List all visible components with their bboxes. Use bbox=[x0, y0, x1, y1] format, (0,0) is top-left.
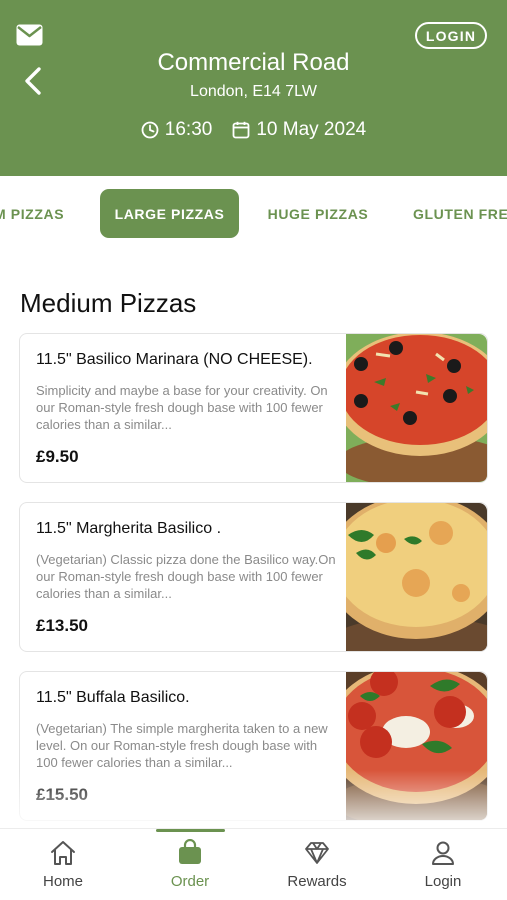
product-description: Simplicity and maybe a base for your cre… bbox=[36, 383, 328, 432]
login-button[interactable]: LOGIN bbox=[415, 22, 487, 49]
section-title: Medium Pizzas bbox=[20, 288, 197, 318]
clock-icon bbox=[141, 121, 159, 139]
product-price: £9.50 bbox=[36, 447, 79, 466]
nav-rewards[interactable]: Rewards bbox=[254, 829, 380, 900]
user-icon bbox=[432, 841, 454, 865]
diamond-icon bbox=[305, 842, 329, 864]
tab-medium-pizzas[interactable]: M PIZZAS bbox=[0, 189, 80, 238]
product-card[interactable]: 11.5" Margherita Basilico . (Vegetarian)… bbox=[19, 502, 488, 652]
nav-rewards-label: Rewards bbox=[287, 873, 347, 890]
calendar-icon bbox=[232, 121, 250, 139]
product-price: £15.50 bbox=[36, 785, 88, 804]
order-datetime[interactable]: 16:30 10 May 2024 bbox=[0, 119, 507, 141]
nav-login[interactable]: Login bbox=[380, 829, 506, 900]
product-name: 11.5" Margherita Basilico . bbox=[36, 520, 222, 537]
nav-order-label: Order bbox=[170, 873, 210, 890]
bottom-navigation: Home Order Rewards Login bbox=[0, 828, 507, 900]
nav-login-label: Login bbox=[424, 873, 462, 890]
order-date-value: 10 May 2024 bbox=[256, 119, 367, 140]
nav-order[interactable]: Order bbox=[127, 829, 253, 900]
product-description: (Vegetarian) Classic pizza done the Basi… bbox=[36, 552, 336, 601]
store-header: LOGIN Commercial Road London, E14 7LW 16… bbox=[0, 0, 507, 176]
nav-home-label: Home bbox=[42, 873, 83, 890]
pizza-buffala-image bbox=[346, 672, 487, 820]
product-card[interactable]: 11.5" Buffala Basilico. (Vegetarian) The… bbox=[19, 671, 488, 821]
shopping-bag-icon bbox=[179, 839, 201, 864]
pizza-margherita-image bbox=[346, 503, 487, 651]
pizza-marinara-image bbox=[346, 334, 487, 482]
tab-large-pizzas[interactable]: LARGE PIZZAS bbox=[100, 189, 239, 238]
product-price: £13.50 bbox=[36, 616, 88, 635]
product-name: 11.5" Buffala Basilico. bbox=[36, 689, 190, 706]
order-date[interactable]: 10 May 2024 bbox=[232, 119, 366, 141]
tab-huge-pizzas[interactable]: HUGE PIZZAS bbox=[258, 189, 378, 238]
product-name: 11.5" Basilico Marinara (NO CHEESE). bbox=[36, 351, 313, 368]
store-address: London, E14 7LW bbox=[190, 83, 317, 100]
order-time-value: 16:30 bbox=[164, 119, 213, 140]
home-icon bbox=[51, 841, 75, 865]
store-name: Commercial Road bbox=[157, 49, 350, 76]
order-time[interactable]: 16:30 bbox=[141, 119, 213, 141]
mail-icon[interactable] bbox=[16, 24, 43, 46]
product-card[interactable]: 11.5" Basilico Marinara (NO CHEESE). Sim… bbox=[19, 333, 488, 483]
tab-gluten-free[interactable]: GLUTEN FRE bbox=[413, 189, 507, 238]
nav-home[interactable]: Home bbox=[0, 829, 126, 900]
product-description: (Vegetarian) The simple margherita taken… bbox=[36, 721, 328, 770]
category-tabs: M PIZZAS LARGE PIZZAS HUGE PIZZAS GLUTEN… bbox=[0, 176, 507, 252]
